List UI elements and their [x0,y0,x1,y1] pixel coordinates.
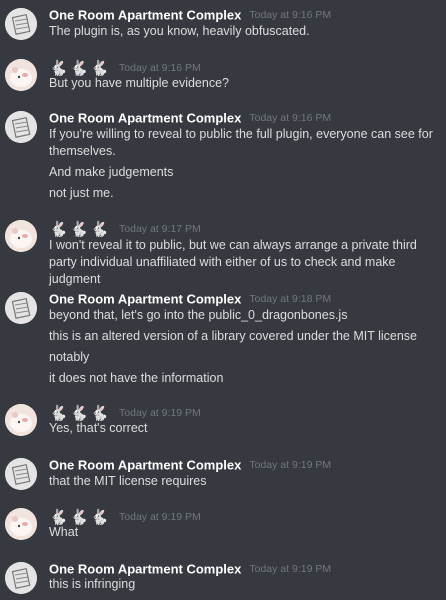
message-header: One Room Apartment Complex Today at 9:18 … [49,290,331,308]
timestamp: Today at 9:16 PM [249,111,332,124]
timestamp: Today at 9:16 PM [119,62,201,74]
message-text: But you have multiple evidence? [49,76,229,90]
message-header: 🐇🐇🐇 Today at 9:17 PM [49,220,201,238]
message-header: One Room Apartment Complex Today at 9:19 … [49,456,331,474]
message-text: I won't reveal it to public, but we can … [49,238,417,286]
apartment-building-icon [5,562,37,594]
avatar[interactable] [5,458,37,490]
message-text: this is an altered version of a library … [49,329,418,343]
message-text: not just me. [49,186,114,200]
timestamp: Today at 9:18 PM [249,292,332,305]
username[interactable]: One Room Apartment Complex [49,7,241,22]
message-text: The plugin is, as you know, heavily obfu… [49,24,310,38]
message-text: And make judgements [49,165,174,179]
timestamp: Today at 9:19 PM [119,407,201,419]
message-text: that the MIT license requires [49,474,207,488]
avatar[interactable] [5,404,37,436]
hamster-avatar-icon [5,508,37,540]
hamster-avatar-icon [5,404,37,436]
avatar[interactable] [5,8,37,40]
timestamp: Today at 9:19 PM [249,562,332,575]
apartment-building-icon [5,458,37,490]
hamster-avatar-icon [5,220,37,252]
timestamp: Today at 9:16 PM [249,8,332,21]
message-text: this is infringing [49,577,136,591]
username[interactable]: One Room Apartment Complex [49,291,241,306]
username[interactable]: One Room Apartment Complex [49,561,241,576]
chat-log: One Room Apartment Complex Today at 9:16 … [0,0,446,600]
timestamp: Today at 9:19 PM [119,511,201,523]
apartment-building-icon [5,292,37,324]
avatar[interactable] [5,220,37,252]
username[interactable]: 🐇🐇🐇 [49,221,111,238]
username[interactable]: One Room Apartment Complex [49,110,241,125]
username[interactable]: One Room Apartment Complex [49,457,241,472]
message-text: notably [49,350,90,364]
message-text: it does not have the information [49,371,224,385]
message-text: What [49,525,79,539]
message-text: Yes, that's correct [49,421,148,435]
message-header: One Room Apartment Complex Today at 9:16 … [49,109,331,127]
message-header: One Room Apartment Complex Today at 9:16 … [49,6,331,24]
avatar[interactable] [5,59,37,91]
message-text: If you're willing to reveal to public th… [49,127,433,158]
apartment-building-icon [5,111,37,143]
avatar[interactable] [5,292,37,324]
timestamp: Today at 9:19 PM [249,458,332,471]
avatar[interactable] [5,562,37,594]
message-text: beyond that, let's go into the public_0_… [49,308,348,322]
apartment-building-icon [5,8,37,40]
hamster-avatar-icon [5,59,37,91]
avatar[interactable] [5,111,37,143]
avatar[interactable] [5,508,37,540]
timestamp: Today at 9:17 PM [119,223,201,235]
